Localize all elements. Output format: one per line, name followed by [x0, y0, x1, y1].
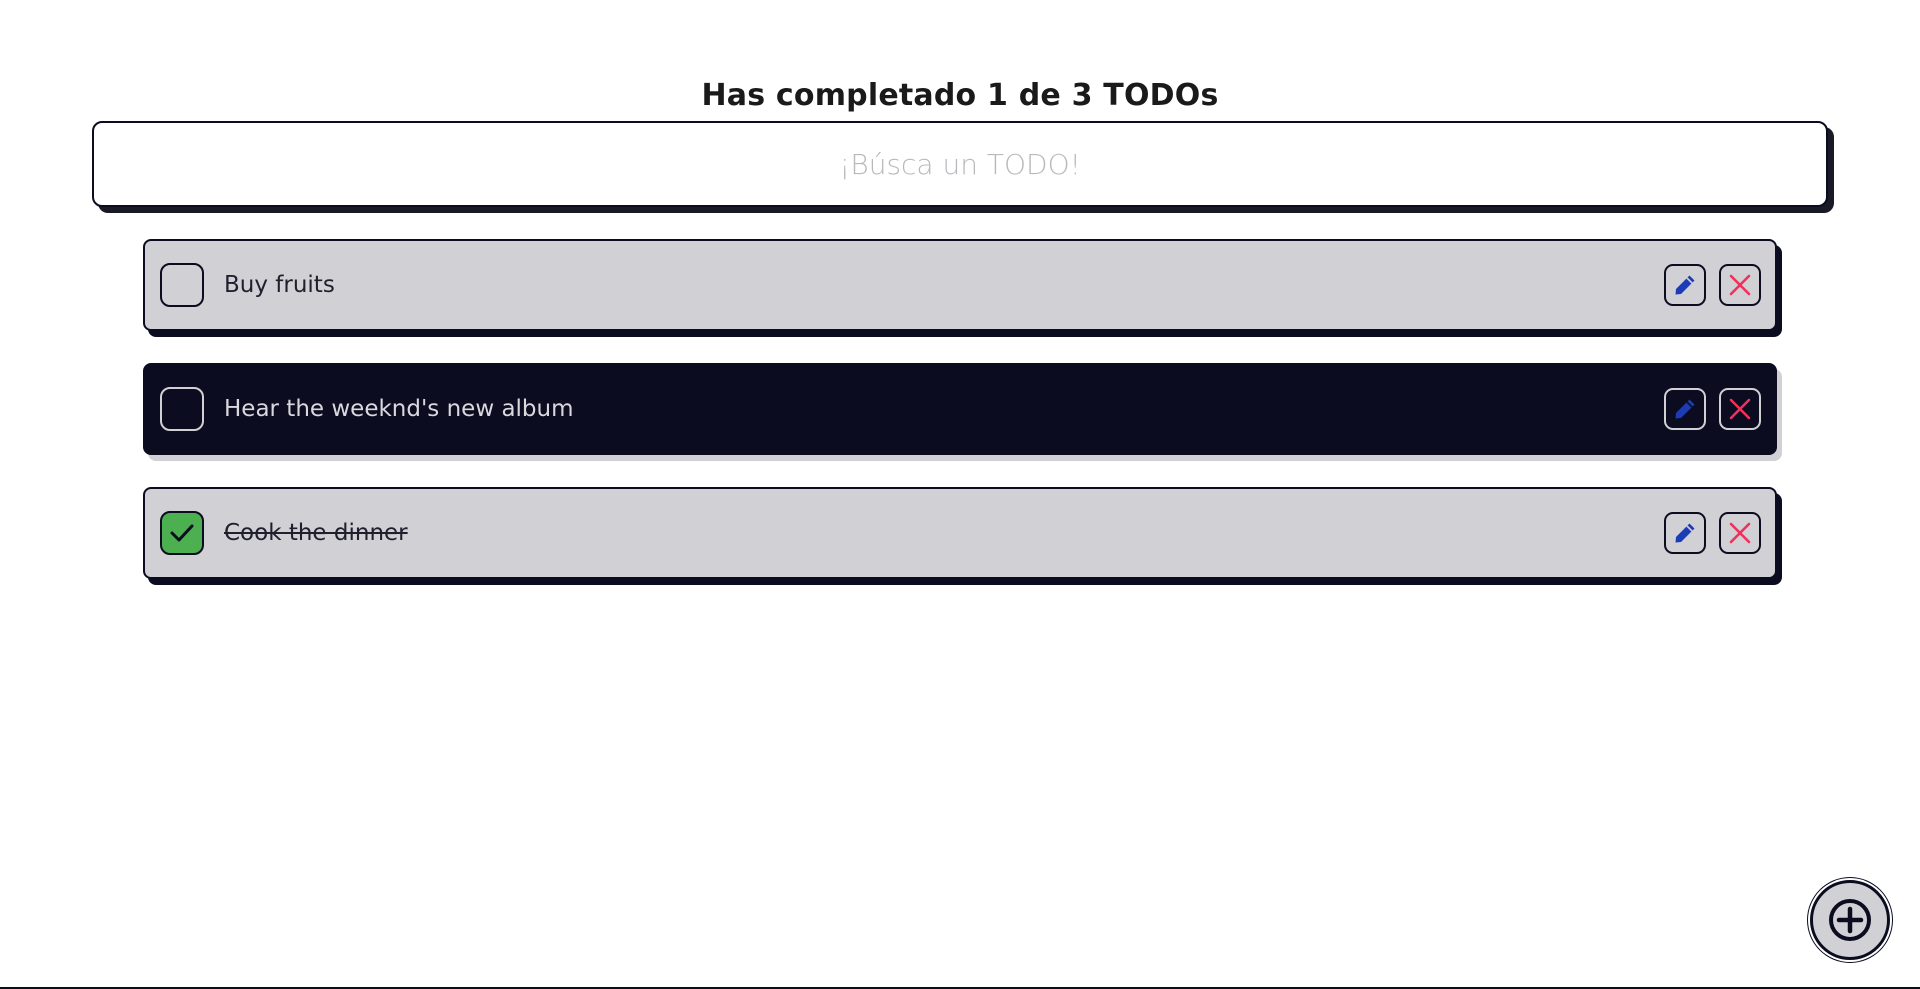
search-input[interactable] — [92, 121, 1828, 207]
delete-button[interactable] — [1719, 388, 1761, 430]
todo-actions — [1664, 512, 1761, 554]
complete-checkbox[interactable] — [160, 263, 204, 307]
search-container — [92, 121, 1828, 207]
todo-text: Buy fruits — [224, 272, 335, 298]
todo-item: Cook the dinner — [143, 487, 1777, 579]
todo-actions — [1664, 388, 1761, 430]
todo-item: Hear the weeknd's new album — [143, 363, 1777, 455]
complete-checkbox[interactable] — [160, 511, 204, 555]
delete-button[interactable] — [1719, 512, 1761, 554]
edit-button[interactable] — [1664, 264, 1706, 306]
delete-button[interactable] — [1719, 264, 1761, 306]
pencil-icon — [1672, 520, 1698, 546]
todo-item: Buy fruits — [143, 239, 1777, 331]
add-todo-button[interactable] — [1810, 880, 1890, 960]
todo-actions — [1664, 264, 1761, 306]
pencil-icon — [1672, 272, 1698, 298]
edit-button[interactable] — [1664, 512, 1706, 554]
page-title: Has completado 1 de 3 TODOs — [701, 78, 1219, 114]
close-icon — [1727, 520, 1753, 546]
pencil-icon — [1672, 396, 1698, 422]
close-icon — [1727, 396, 1753, 422]
complete-checkbox[interactable] — [160, 387, 204, 431]
todo-text: Cook the dinner — [224, 520, 408, 546]
close-icon — [1727, 272, 1753, 298]
check-icon — [170, 524, 194, 542]
todo-list: Buy fruits Hear the weeknd's new album C… — [143, 239, 1777, 611]
plus-icon — [1829, 899, 1871, 941]
edit-button[interactable] — [1664, 388, 1706, 430]
todo-text: Hear the weeknd's new album — [224, 396, 574, 422]
